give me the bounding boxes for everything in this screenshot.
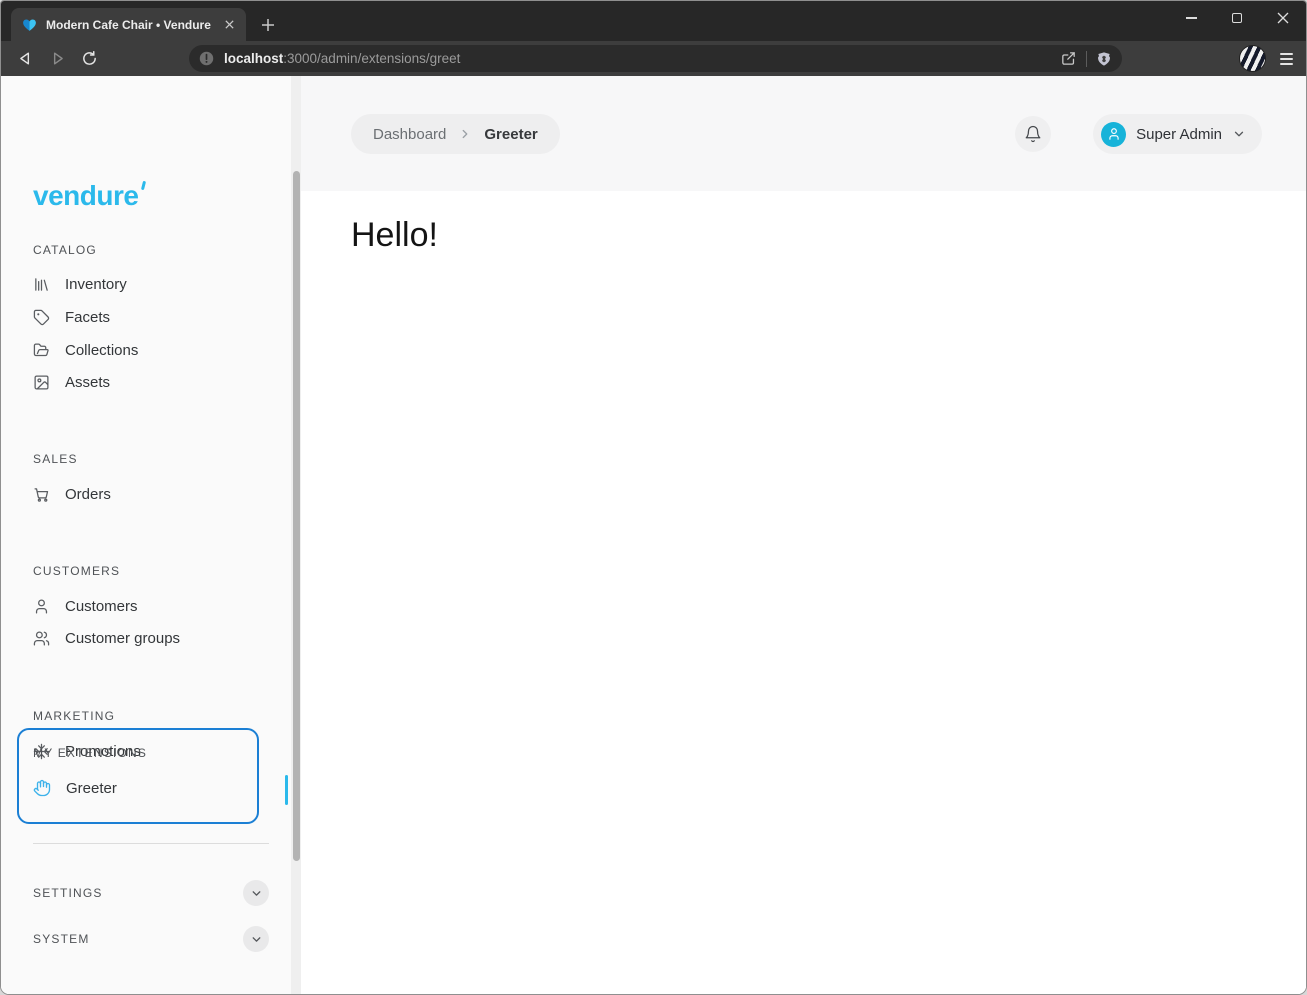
sidebar-item-label: Assets	[65, 374, 111, 391]
brave-shield-button[interactable]	[1096, 51, 1112, 67]
close-icon	[1277, 12, 1289, 23]
chevron-down-icon	[1234, 131, 1244, 137]
bell-icon	[1025, 125, 1041, 143]
section-title-customers: CUSTOMERS	[33, 564, 121, 578]
sidebar-item-assets[interactable]: Assets	[33, 374, 110, 391]
back-icon	[19, 51, 29, 65]
breadcrumb: Dashboard Greeter	[351, 114, 560, 154]
browser-window: Modern Cafe Chair • Vendure localhost:30…	[0, 0, 1307, 995]
section-title-system: SYSTEM	[33, 932, 90, 946]
vendure-logo-tick	[141, 180, 147, 191]
notifications-button[interactable]	[1015, 116, 1051, 152]
user-icon	[1108, 128, 1119, 140]
sidebar-item-label: Orders	[65, 486, 111, 503]
user-menu-button[interactable]: Super Admin	[1093, 114, 1262, 154]
chevron-right-icon	[462, 129, 468, 139]
main-header: Dashboard Greeter Super Admin	[301, 76, 1306, 191]
back-button[interactable]	[11, 44, 39, 72]
sidebar-item-label: Greeter	[66, 779, 117, 797]
user-avatar	[1101, 121, 1127, 147]
url-bar[interactable]: localhost:3000/admin/extensions/greet	[189, 45, 1122, 72]
sidebar-item-facets[interactable]: Facets	[33, 309, 110, 326]
section-title-my-extensions: MY EXTENSIONS	[33, 746, 148, 760]
sidebar-item-label: Customers	[65, 598, 138, 615]
minimize-icon	[1185, 16, 1197, 19]
section-title-catalog: CATALOG	[33, 243, 97, 257]
main-area: Dashboard Greeter Super Admin Hello!	[301, 76, 1306, 994]
close-button[interactable]	[1260, 1, 1306, 34]
vendure-logo-text: vendure	[33, 180, 139, 211]
minimize-button[interactable]	[1168, 1, 1214, 34]
reload-icon	[82, 50, 96, 65]
sidebar-item-label: Collections	[65, 342, 139, 359]
brave-shield-icon	[1098, 51, 1110, 66]
section-title-sales: SALES	[33, 452, 78, 466]
settings-expand-button[interactable]	[243, 880, 269, 906]
greeting-heading: Hello!	[351, 216, 438, 254]
vendure-favicon-heart-icon	[23, 19, 36, 31]
browser-tab[interactable]: Modern Cafe Chair • Vendure	[11, 8, 246, 41]
section-title-settings: SETTINGS	[33, 886, 103, 900]
active-nav-indicator	[284, 775, 288, 805]
sidebar-group-system[interactable]: SYSTEM	[33, 926, 269, 952]
url-host: localhost	[224, 51, 284, 66]
cart-icon	[34, 488, 49, 502]
forward-icon	[53, 51, 63, 65]
user-name: Super Admin	[1136, 125, 1222, 143]
share-icon	[1062, 52, 1075, 65]
window-controls	[1168, 1, 1306, 34]
site-info-icon[interactable]	[198, 50, 215, 67]
hamburger-icon	[1279, 52, 1293, 55]
image-icon	[34, 375, 49, 390]
section-title-marketing: MARKETING	[33, 709, 116, 723]
sidebar-item-collections[interactable]: Collections	[33, 342, 138, 359]
sidebar-item-customers[interactable]: Customers	[33, 598, 138, 615]
folder-open-icon	[33, 343, 49, 357]
chevron-down-icon	[252, 890, 260, 896]
url-text[interactable]: localhost:3000/admin/extensions/greet	[224, 51, 1051, 66]
sidebar-item-label: Inventory	[65, 276, 127, 293]
maximize-button[interactable]	[1214, 1, 1260, 34]
library-icon	[35, 278, 48, 291]
share-button[interactable]	[1060, 50, 1077, 67]
browser-menu-button[interactable]	[1273, 46, 1299, 72]
breadcrumb-dashboard[interactable]: Dashboard	[373, 126, 446, 143]
new-tab-icon[interactable]	[257, 14, 279, 36]
forward-button[interactable]	[43, 44, 71, 72]
vendure-admin-app: vendure CATALOG Inventory Facets Collect…	[1, 76, 1306, 994]
tab-close-icon[interactable]	[220, 16, 238, 34]
reload-button[interactable]	[75, 44, 103, 72]
sidebar-item-inventory[interactable]: Inventory	[33, 276, 127, 293]
sidebar-divider	[33, 843, 269, 844]
tab-title: Modern Cafe Chair • Vendure	[46, 17, 211, 32]
sidebar-item-customer-groups[interactable]: Customer groups	[33, 630, 180, 647]
url-separator	[1086, 50, 1087, 67]
sidebar-item-label: Facets	[65, 309, 111, 326]
maximize-icon	[1232, 12, 1242, 23]
hand-icon	[33, 779, 51, 797]
sidebar-scrollbar-thumb[interactable]	[292, 171, 300, 861]
user-icon	[35, 599, 48, 614]
sidebar-item-greeter[interactable]: Greeter	[33, 779, 117, 797]
my-extensions-highlight-box	[17, 728, 259, 824]
sidebar-group-settings[interactable]: SETTINGS	[33, 880, 269, 906]
tag-icon	[33, 309, 50, 326]
browser-tab-bar: Modern Cafe Chair • Vendure	[1, 1, 1306, 41]
system-expand-button[interactable]	[243, 926, 269, 952]
chevron-down-icon	[252, 936, 260, 942]
sidebar-item-orders[interactable]: Orders	[33, 486, 111, 503]
vendure-logo[interactable]: vendure	[33, 180, 147, 212]
breadcrumb-greeter[interactable]: Greeter	[484, 126, 537, 143]
url-path: :3000/admin/extensions/greet	[283, 51, 461, 66]
sidebar: vendure CATALOG Inventory Facets Collect…	[1, 76, 301, 994]
users-icon	[33, 631, 50, 646]
browser-profile-avatar[interactable]	[1239, 45, 1266, 72]
sidebar-item-label: Customer groups	[65, 630, 181, 647]
